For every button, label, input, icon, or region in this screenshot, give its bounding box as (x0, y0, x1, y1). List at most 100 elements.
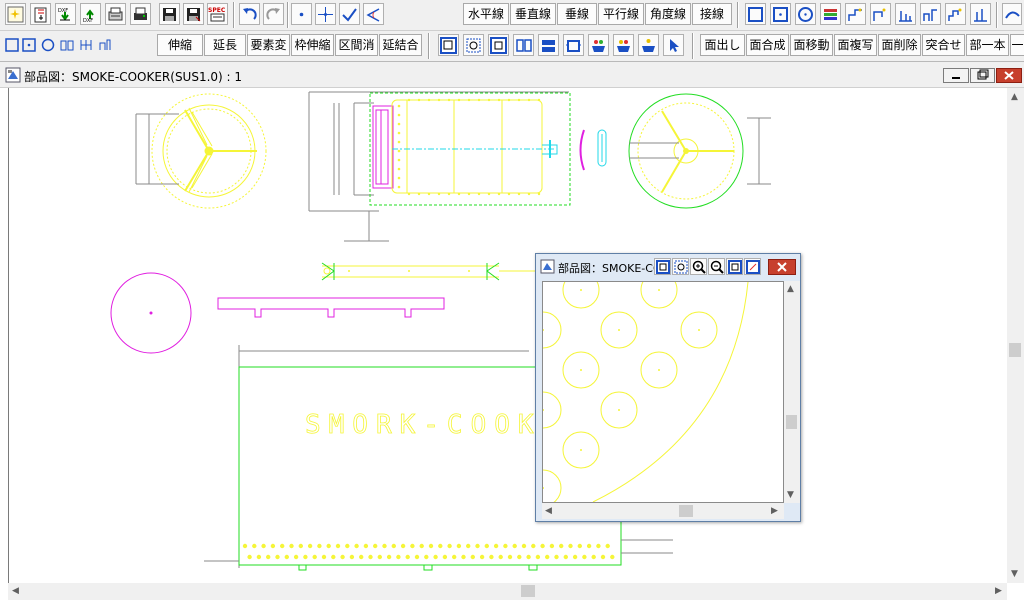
extend-button[interactable]: 延長 (204, 34, 246, 56)
detail-vertical-scrollbar[interactable]: ▲ ▼ (784, 281, 800, 503)
select-grid-icon[interactable] (78, 34, 94, 56)
tangent-line-button[interactable]: 接線 (692, 3, 732, 25)
import-dxf-icon[interactable]: DXF (55, 3, 76, 25)
dot (397, 158, 401, 162)
dot (256, 554, 262, 560)
vertical-scroll-thumb[interactable] (1009, 343, 1021, 357)
hole-circle (640, 282, 678, 309)
dot (261, 543, 266, 549)
dot (549, 543, 555, 549)
angle-line-button[interactable]: 角度線 (645, 3, 691, 25)
print-preview-icon[interactable] (105, 3, 126, 25)
vertical-line-button[interactable]: 垂直線 (510, 3, 556, 25)
zoom-all-icon[interactable] (488, 34, 509, 56)
bend-shape-2-icon[interactable] (870, 3, 891, 25)
export-dxf-icon[interactable]: DXF (80, 3, 101, 25)
drawing-canvas[interactable]: SMORK-COOK (8, 88, 1008, 583)
dot (397, 122, 401, 126)
spec-icon[interactable]: SPEC (207, 3, 228, 25)
bend-shape-1-icon[interactable] (845, 3, 866, 25)
horizontal-scrollbar[interactable]: ◀ ▶ (8, 583, 1007, 600)
circle-icon[interactable] (795, 3, 816, 25)
basket-b-icon[interactable] (613, 34, 634, 56)
face-combine-button[interactable]: 面合成 (746, 34, 789, 56)
hole-pattern (543, 282, 718, 502)
parallel-line-button[interactable]: 平行線 (598, 3, 644, 25)
perpendicular-line-button[interactable]: 垂線 (557, 3, 597, 25)
save-icon[interactable] (159, 3, 180, 25)
more-button[interactable]: 一 (1010, 34, 1024, 56)
detail-h-thumb[interactable] (679, 505, 693, 517)
redraw-icon[interactable] (744, 258, 761, 275)
new-drawing-icon[interactable] (30, 3, 51, 25)
select-grid-2-icon[interactable] (97, 34, 113, 56)
horizontal-line-button[interactable]: 水平線 (463, 3, 509, 25)
zoom-window-icon[interactable] (438, 34, 459, 56)
dot (537, 98, 541, 102)
cooker-side-view (308, 91, 571, 242)
dot (400, 543, 406, 549)
bend-shape-5-icon[interactable] (945, 3, 966, 25)
dot (433, 554, 438, 560)
dot (618, 329, 620, 331)
stretch-button[interactable]: 伸縮 (157, 34, 203, 56)
select-circle-icon[interactable] (40, 34, 56, 56)
zoom-window-icon[interactable] (654, 258, 671, 275)
point-icon[interactable] (291, 3, 312, 25)
rectangle-center-icon[interactable] (770, 3, 791, 25)
detail-close-button[interactable] (768, 259, 796, 275)
bend-shape-6-icon[interactable] (970, 3, 991, 25)
change-element-button[interactable]: 要素変 (247, 34, 290, 56)
face-extract-button[interactable]: 面出し (700, 34, 745, 56)
dot (512, 543, 517, 549)
part-single-button[interactable]: 部一本 (966, 34, 1009, 56)
print-icon[interactable] (130, 3, 151, 25)
rectangle-icon[interactable] (745, 3, 766, 25)
dot (461, 554, 466, 560)
split-view-icon[interactable] (513, 34, 534, 56)
restore-button[interactable] (970, 68, 995, 83)
curve-icon[interactable] (1002, 3, 1022, 25)
select-rect-center-icon[interactable] (21, 34, 37, 56)
detail-v-thumb[interactable] (786, 415, 797, 429)
horizontal-split-icon[interactable] (538, 34, 559, 56)
face-copy-button[interactable]: 面複写 (834, 34, 877, 56)
detail-horizontal-scrollbar[interactable]: ◀ ▶ (542, 503, 784, 519)
frame-stretch-button[interactable]: 枠伸縮 (291, 34, 334, 56)
face-move-button[interactable]: 面移動 (790, 34, 833, 56)
undo-icon[interactable] (239, 3, 260, 25)
drawing-label-text: SMORK-COOK (305, 410, 542, 440)
select-rect-icon[interactable] (4, 34, 20, 56)
zoom-out-icon[interactable] (708, 258, 725, 275)
check-icon[interactable] (339, 3, 360, 25)
zoom-in-icon[interactable] (690, 258, 707, 275)
pointer-icon[interactable] (663, 34, 684, 56)
frame-icon[interactable] (563, 34, 584, 56)
new-sparkle-icon[interactable] (5, 3, 26, 25)
segment-erase-button[interactable]: 区間消 (335, 34, 378, 56)
vertical-scrollbar[interactable]: ▲ ▼ (1007, 88, 1024, 583)
side-dots (397, 98, 541, 196)
close-button[interactable] (996, 68, 1022, 83)
butt-joint-button[interactable]: 突合せ (922, 34, 965, 56)
basket-a-icon[interactable] (588, 34, 609, 56)
minimize-button[interactable] (943, 68, 969, 83)
detail-view-canvas[interactable] (542, 281, 784, 503)
zoom-fit-icon[interactable] (463, 34, 484, 56)
angle-mark-icon[interactable] (363, 3, 384, 25)
redo-icon[interactable] (263, 3, 284, 25)
dot (447, 543, 452, 549)
bend-shape-4-icon[interactable] (920, 3, 941, 25)
select-double-rect-icon[interactable] (59, 34, 75, 56)
horizontal-scroll-thumb[interactable] (521, 585, 535, 597)
face-delete-button[interactable]: 面削除 (878, 34, 921, 56)
save-as-icon[interactable] (183, 3, 204, 25)
zoom-fit-icon[interactable] (672, 258, 689, 275)
zoom-all-icon[interactable] (726, 258, 743, 275)
extend-join-button[interactable]: 延結合 (379, 34, 422, 56)
intersection-point-icon[interactable] (315, 3, 336, 25)
basket-c-icon[interactable] (638, 34, 659, 56)
dot (467, 192, 471, 196)
bend-shape-3-icon[interactable] (895, 3, 916, 25)
layers-icon[interactable] (820, 3, 841, 25)
